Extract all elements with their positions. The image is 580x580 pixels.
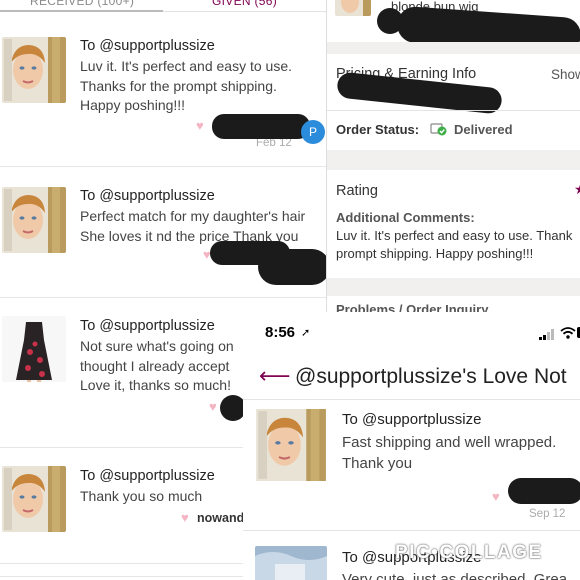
wig-product-thumbnail: [2, 466, 66, 532]
love-note-item[interactable]: To @supportplussize Fast shipping and we…: [243, 401, 580, 531]
status-time: 8:56: [265, 324, 296, 341]
note-line: Thank you: [342, 455, 413, 472]
order-status-label: Order Status:: [336, 122, 420, 137]
love-note-item[interactable]: To @supportplussize Luv it. It's perfect…: [0, 13, 326, 167]
nav-bar: ⟵ @supportplussize's Love Not: [243, 352, 580, 400]
wig-product-thumbnail: [2, 37, 66, 103]
love-note-item[interactable]: To @supportplussize Perfect match for my…: [0, 167, 326, 298]
star-icon: ★: [574, 181, 580, 198]
wig-product-thumbnail: [255, 409, 327, 481]
redaction-mark: [212, 114, 310, 139]
note-line: Thanks for the prompt shipping.: [80, 77, 277, 94]
note-line: Not sure what's going on: [80, 338, 234, 354]
note-recipient: To @supportplussize: [342, 411, 482, 428]
pricing-show-link[interactable]: Show: [551, 67, 580, 82]
page-title: @supportplussize's Love Not: [295, 365, 567, 388]
delivered-check-icon: [430, 121, 447, 136]
note-line: Fast shipping and well wrapped.: [342, 434, 557, 451]
note-message: Not sure what's going on thought I alrea…: [80, 337, 234, 396]
location-arrow-icon: ➚: [301, 327, 311, 339]
note-line: Love it, thanks so much!: [80, 377, 231, 393]
product-thumbnail: [255, 546, 327, 580]
redaction-mark: [508, 478, 580, 504]
dress-product-thumbnail: [2, 316, 66, 382]
pic-collage-watermark: PIC•COLLAGE: [395, 542, 543, 563]
wig-product-thumbnail: [335, 0, 371, 16]
comment-line: prompt shipping. Happy poshing!!!: [336, 246, 534, 261]
heart-icon: ♥: [209, 399, 217, 414]
additional-comments-label: Additional Comments:: [336, 210, 475, 225]
divider: [327, 110, 580, 111]
note-line: Thank you so much: [80, 488, 203, 504]
rating-section-title: Rating: [336, 183, 378, 199]
status-bar: 8:56 ➚: [243, 312, 580, 352]
note-message: Fast shipping and well wrapped. Thank yo…: [342, 432, 556, 474]
note-date: Sep 12: [529, 508, 566, 520]
heart-icon: ♥: [181, 510, 189, 525]
sender-avatar[interactable]: P: [301, 120, 325, 144]
love-notes-tabs: RECEIVED (100+) GIVEN (56): [0, 0, 326, 12]
note-message: Thank you so much: [80, 487, 202, 507]
note-line: Happy poshing!!!: [80, 97, 186, 113]
problems-section-title[interactable]: Problems / Order Inquiry: [336, 302, 488, 312]
note-sender-username[interactable]: nowand: [197, 511, 244, 525]
note-recipient: To @supportplussize: [80, 318, 215, 334]
section-divider: [327, 42, 580, 54]
back-arrow-icon[interactable]: ⟵: [259, 363, 291, 389]
heart-icon: ♥: [196, 118, 204, 133]
redaction-mark: [258, 249, 326, 285]
note-recipient: To @supportplussize: [80, 468, 215, 484]
heart-icon: ♥: [492, 489, 500, 504]
note-line: thought I already accept: [80, 357, 230, 374]
note-line: Very cute, just as described. Grea: [342, 571, 568, 580]
section-divider: [327, 278, 580, 296]
phone-love-notes-screen: 8:56 ➚ ⟵ @supportplussize's Love Not To …: [243, 312, 580, 580]
note-line: Perfect match for my daughter's hair: [80, 208, 306, 224]
wig-product-thumbnail: [2, 187, 66, 253]
section-divider: [327, 150, 580, 170]
signal-icon: [539, 327, 555, 340]
note-message: Luv it. It's perfect and easy to use. Th…: [80, 57, 292, 116]
note-message: Very cute, just as described. Grea: [342, 570, 567, 580]
note-recipient: To @supportplussize: [80, 188, 215, 204]
order-status-value: Delivered: [454, 122, 513, 137]
order-details-panel: blonde bun wig Pricing & Earning Info Sh…: [326, 0, 580, 312]
active-tab-indicator: [0, 10, 163, 12]
wifi-icon: [560, 326, 576, 339]
note-recipient: To @supportplussize: [80, 38, 215, 54]
comment-line: Luv it. It's perfect and easy to use. Th…: [336, 228, 573, 243]
tab-given[interactable]: GIVEN (56): [212, 0, 277, 8]
tab-received[interactable]: RECEIVED (100+): [30, 0, 134, 8]
note-line: Luv it. It's perfect and easy to use.: [80, 58, 293, 74]
